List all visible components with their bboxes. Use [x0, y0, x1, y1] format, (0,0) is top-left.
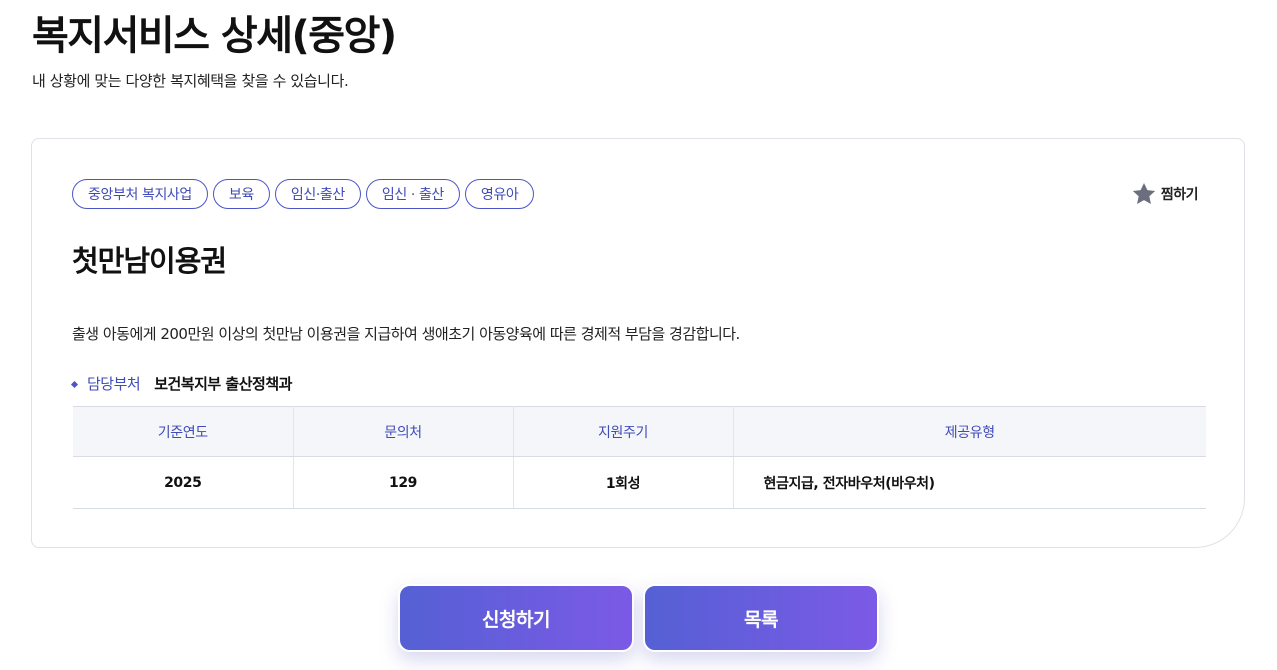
department-row: 담당부처 보건복지부 출산정책과 — [70, 373, 292, 395]
star-icon — [1131, 181, 1157, 207]
action-buttons: 신청하기 목록 — [398, 584, 879, 652]
header-support-cycle: 지원주기 — [513, 406, 734, 457]
tag-pregnancy-birth[interactable]: 임신·출산 — [274, 179, 361, 209]
bullet-icon — [70, 380, 79, 388]
service-info-table: 기준연도 문의처 지원주기 제공유형 2025 129 1회성 현금지급, 전자… — [73, 406, 1206, 509]
header-base-year: 기준연도 — [73, 406, 294, 457]
page-subtitle: 내 상황에 맞는 다양한 복지혜택을 찾을 수 있습니다. — [32, 72, 349, 90]
service-description: 출생 아동에게 200만원 이상의 첫만남 이용권을 지급하여 생애초기 아동양… — [72, 325, 740, 343]
department-value: 보건복지부 출산정책과 — [154, 375, 292, 393]
page: 복지서비스 상세(중앙) 내 상황에 맞는 다양한 복지혜택을 찾을 수 있습니… — [0, 0, 1277, 670]
service-detail-card: 중앙부처 복지사업 보육 임신·출산 임신 · 출산 영유아 찜하기 첫만남이용… — [31, 138, 1245, 548]
list-button[interactable]: 목록 — [643, 584, 879, 652]
tag-childcare[interactable]: 보육 — [212, 179, 270, 209]
table-row: 2025 129 1회성 현금지급, 전자바우처(바우처) — [73, 456, 1206, 509]
page-title: 복지서비스 상세(중앙) — [32, 13, 397, 59]
cell-contact: 129 — [293, 456, 514, 509]
service-name: 첫만남이용권 — [72, 244, 227, 278]
table-header-row: 기준연도 문의처 지원주기 제공유형 — [73, 406, 1206, 457]
tag-infant[interactable]: 영유아 — [464, 179, 535, 209]
tag-list: 중앙부처 복지사업 보육 임신·출산 임신 · 출산 영유아 — [72, 179, 535, 209]
bookmark-button[interactable]: 찜하기 — [1131, 181, 1199, 207]
tag-central-ministry[interactable]: 중앙부처 복지사업 — [72, 179, 208, 209]
apply-button[interactable]: 신청하기 — [398, 584, 634, 652]
cell-support-cycle: 1회성 — [513, 456, 734, 509]
tag-pregnancy-birth-alt[interactable]: 임신 · 출산 — [365, 179, 460, 209]
department-label: 담당부처 — [87, 375, 141, 393]
bookmark-label: 찜하기 — [1160, 187, 1199, 203]
header-contact: 문의처 — [293, 406, 514, 457]
cell-provision-type: 현금지급, 전자바우처(바우처) — [733, 456, 1206, 509]
cell-base-year: 2025 — [73, 456, 294, 509]
header-provision-type: 제공유형 — [733, 406, 1206, 457]
